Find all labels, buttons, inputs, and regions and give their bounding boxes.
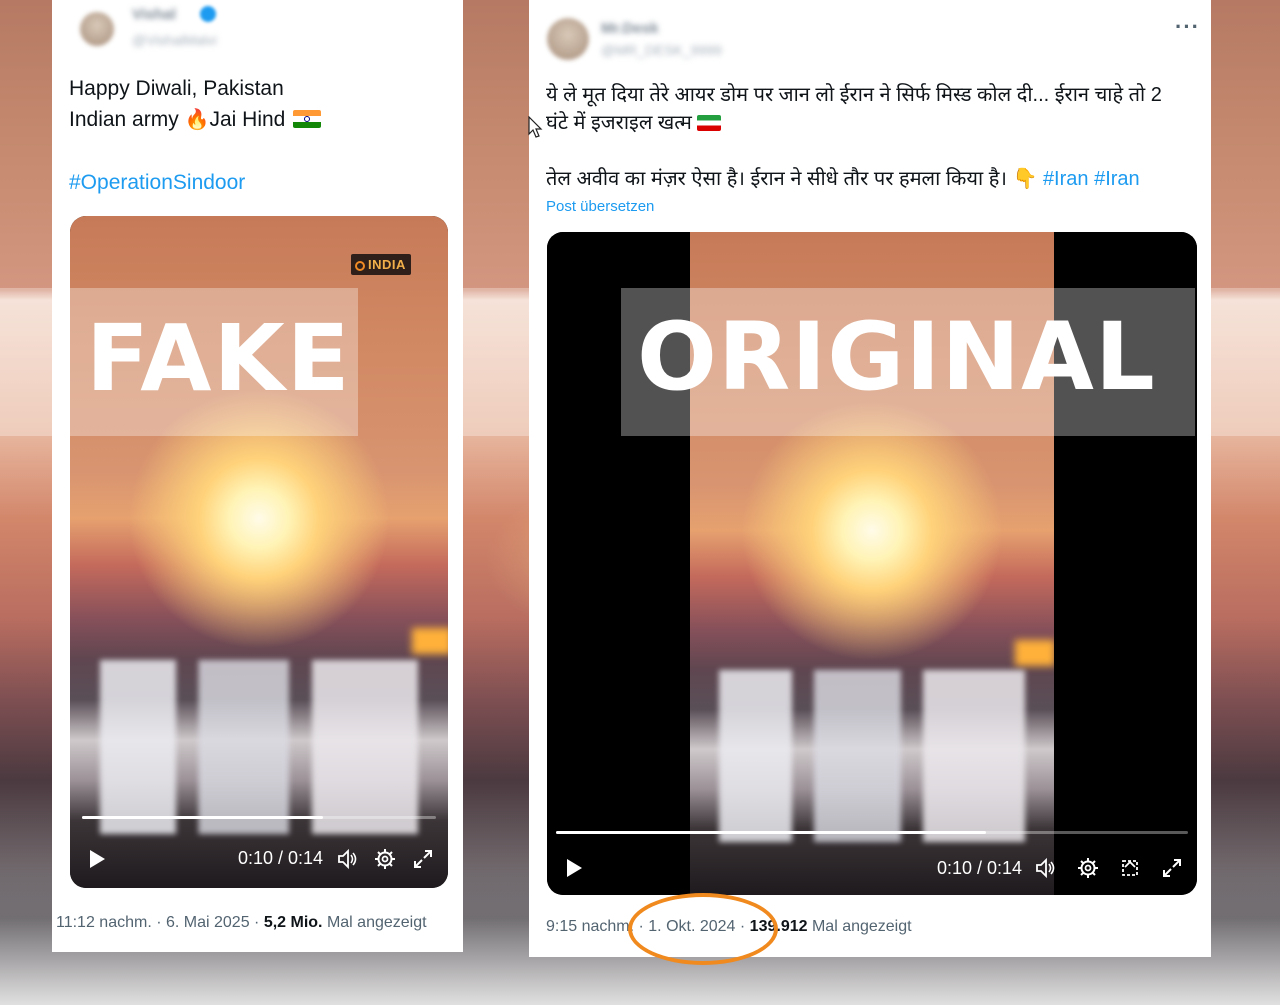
video-progress-fill: [82, 816, 323, 819]
author-name[interactable]: Mr.Desk: [601, 20, 659, 37]
hashtag-link[interactable]: #Iran #Iran: [1043, 168, 1140, 190]
settings-gear-icon[interactable]: [1077, 857, 1099, 879]
hashtag-link[interactable]: #OperationSindoor: [69, 167, 245, 198]
video-progress-bar[interactable]: [82, 816, 436, 819]
video-progress-fill: [556, 831, 986, 834]
verified-badge-icon: [200, 6, 216, 22]
pointing-down-emoji-icon: 👇: [1012, 168, 1038, 190]
play-icon[interactable]: [86, 848, 108, 870]
fake-label: FAKE: [86, 305, 352, 412]
mouse-cursor-icon: [528, 116, 543, 138]
post-text-line-1: Happy Diwali, Pakistan: [69, 77, 284, 100]
video-time: 0:10 / 0:14: [238, 848, 324, 868]
india-flag-icon: [293, 110, 322, 128]
volume-icon[interactable]: [336, 847, 360, 871]
post-text-line-2: Indian army 🔥Jai Hind: [69, 104, 322, 136]
post-timestamp[interactable]: 11:12 nachm. · 6. Mai 2025 ·: [56, 914, 264, 931]
video-progress-bar[interactable]: [556, 831, 1188, 834]
post-text-line-1: ये ले मूत दिया तेरे आयर डोम पर जान लो ईर…: [546, 84, 1162, 106]
original-label: ORIGINAL: [637, 303, 1156, 412]
post-text-line-2: घंटे में इजराइल खत्म: [546, 108, 722, 139]
fire-emoji-icon: 🔥: [184, 109, 210, 131]
views-label: Mal angezeigt: [807, 918, 912, 935]
author-handle: @MR_DESK_9999: [601, 42, 722, 58]
post-text-line-3: तेल अवीव का मंज़र ऐसा है। ईरान ने सीधे त…: [546, 164, 1140, 195]
fullscreen-icon[interactable]: [1161, 857, 1183, 879]
post-text-segment: Indian army: [69, 108, 179, 131]
view-count: 5,2 Mio.: [263, 914, 323, 931]
play-icon[interactable]: [563, 857, 585, 879]
post-meta: 11:12 nachm. · 6. Mai 2025 · 5,2 Mio. Ma…: [56, 914, 427, 932]
views-label: Mal angezeigt: [322, 914, 427, 931]
avatar[interactable]: [80, 12, 114, 46]
post-text-segment: घंटे में इजराइल खत्म: [546, 112, 692, 134]
iran-flag-icon: [697, 115, 722, 131]
picture-in-picture-icon[interactable]: [1119, 857, 1141, 879]
translate-post-link[interactable]: Post übersetzen: [546, 198, 654, 215]
post-text-segment: तेल अवीव का मंज़र ऐसा है। ईरान ने सीधे त…: [546, 168, 1007, 190]
fullscreen-icon[interactable]: [412, 848, 434, 870]
avatar[interactable]: [547, 18, 589, 60]
more-options-icon[interactable]: ···: [1175, 14, 1200, 40]
settings-gear-icon[interactable]: [374, 848, 396, 870]
author-name[interactable]: Vishal: [132, 6, 176, 23]
volume-icon[interactable]: [1034, 856, 1058, 880]
author-handle: @VishalMalvi: [132, 32, 217, 48]
fake-post-panel: Vishal @VishalMalvi Happy Diwali, Pakist…: [52, 0, 463, 952]
channel-watermark: INDIA: [351, 254, 411, 275]
video-time: 0:10 / 0:14: [937, 858, 1023, 878]
highlight-circle: [628, 893, 778, 965]
post-text-segment: Jai Hind: [209, 108, 286, 131]
original-post-panel: Mr.Desk @MR_DESK_9999 ··· ये ले मूत दिया…: [529, 0, 1211, 957]
